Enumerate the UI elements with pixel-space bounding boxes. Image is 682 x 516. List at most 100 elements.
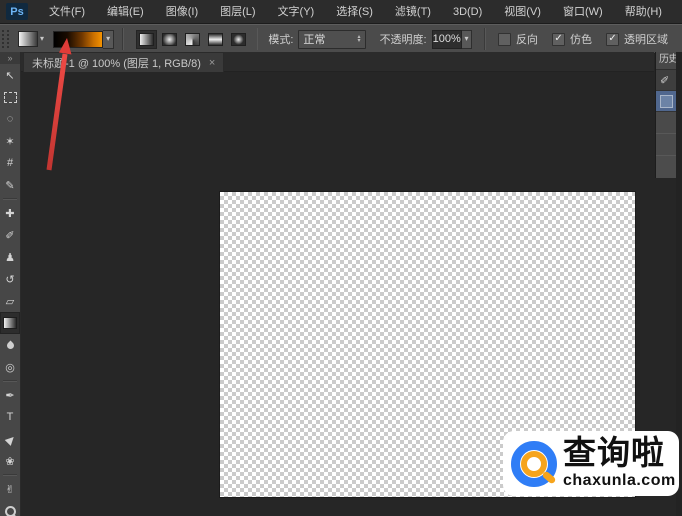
reverse-checkbox[interactable]: 反向 [498,31,538,47]
toolbar-collapse-button[interactable]: » [0,52,20,64]
dither-checkbox[interactable]: ✓ 仿色 [552,31,592,47]
chevron-down-icon: ▾ [106,35,110,43]
reverse-label: 反向 [516,31,538,47]
history-panel-body [656,112,676,178]
move-icon: ↖ [5,69,14,82]
tool-preset-picker[interactable]: ▾ [17,30,45,48]
diamond-gradient-button[interactable] [228,30,249,49]
healing-brush-tool[interactable]: ✚ [0,202,20,224]
clone-stamp-icon: ♟ [5,251,15,264]
lasso-tool[interactable]: ◌ [0,108,20,130]
lasso-icon: ◌ [7,113,14,125]
watermark-domain: chaxunla.com [563,473,676,489]
menu-bar: Ps 文件(F) 编辑(E) 图像(I) 图层(L) 文字(Y) 选择(S) 滤… [0,0,682,24]
linear-gradient-button[interactable] [136,30,157,49]
hand-tool[interactable]: ✌ [0,478,20,500]
blend-mode-dropdown[interactable]: 正常 ▴ ▾ [298,30,365,49]
tool-options-bar: ▾ ▾ 模式: 正常 ▴ ▾ 不透明度: 100% ▾ 反向 ✓ 仿色 ✓ 透明… [0,24,682,54]
pointer-icon: ▶ [2,431,17,446]
history-brush-icon: ↺ [5,273,14,286]
menu-file[interactable]: 文件(F) [38,1,96,23]
menu-view[interactable]: 视图(V) [493,1,552,23]
marquee-tool[interactable] [0,86,20,108]
history-brush-source-icon: ✐ [660,74,669,87]
crop-tool[interactable]: # [0,152,20,174]
divider [257,28,259,50]
magnifier-icon [5,506,16,516]
healing-brush-icon: ✚ [5,207,14,220]
checkbox-checked-icon: ✓ [552,33,565,46]
marquee-icon [4,92,17,103]
linear-gradient-icon [139,33,154,46]
path-selection-tool[interactable]: ▶ [0,428,20,450]
blur-tool[interactable] [0,334,20,356]
history-panel: 历史记录 ✐ [655,52,676,178]
document-tab-bar: 未标题-1 @ 100% (图层 1, RGB/8) × [21,52,654,72]
menu-type[interactable]: 文字(Y) [267,1,326,23]
checkbox-checked-icon: ✓ [606,33,619,46]
angle-gradient-icon [185,33,200,46]
snapshot-thumbnail-icon [660,95,673,108]
watermark-badge: 查询啦 chaxunla.com [503,431,679,496]
history-state-row[interactable] [656,112,676,134]
history-state-selected[interactable] [656,91,676,112]
menu-layer[interactable]: 图层(L) [209,1,266,23]
eraser-tool[interactable]: ▱ [0,290,20,312]
menu-help[interactable]: 帮助(H) [614,1,673,23]
clone-stamp-tool[interactable]: ♟ [0,246,20,268]
history-panel-tab[interactable]: 历史记录 [656,52,676,70]
eyedropper-tool[interactable]: ✎ [0,174,20,196]
gradient-preset-thumbnail-icon [18,31,38,47]
gradient-icon [3,317,17,329]
dither-label: 仿色 [570,31,592,47]
dodge-tool[interactable]: ◎ [0,356,20,378]
pen-icon: ✒ [5,389,14,402]
opacity-dropdown[interactable]: ▾ [462,30,473,49]
angle-gradient-button[interactable] [182,30,203,49]
type-tool[interactable]: T [0,406,20,428]
divider [3,198,17,200]
brush-tool[interactable]: ✐ [0,224,20,246]
shape-icon: ❀ [5,455,14,468]
history-brush-tool[interactable]: ↺ [0,268,20,290]
divider [3,474,17,476]
radial-gradient-button[interactable] [159,30,180,49]
custom-shape-tool[interactable]: ❀ [0,450,20,472]
pen-tool[interactable]: ✒ [0,384,20,406]
checkbox-unchecked-icon [498,33,511,46]
diamond-gradient-icon [231,33,246,46]
history-state-row[interactable] [656,134,676,156]
watermark-text: 查询啦 chaxunla.com [563,438,676,489]
document-tab[interactable]: 未标题-1 @ 100% (图层 1, RGB/8) × [23,52,224,72]
tools-panel: » ↖ ◌ ✶ # ✎ ✚ ✐ ♟ ↺ ▱ ◎ ✒ T ▶ ❀ ✌ [0,52,21,516]
close-icon[interactable]: × [209,57,215,69]
type-icon: T [7,411,14,423]
blend-mode-value: 正常 [303,31,325,47]
gradient-tool[interactable] [0,312,20,334]
reflected-gradient-icon [208,33,223,46]
zoom-tool[interactable] [0,500,20,516]
crop-icon: # [7,157,13,169]
reflected-gradient-button[interactable] [205,30,226,49]
menu-edit[interactable]: 编辑(E) [96,1,155,23]
dodge-icon: ◎ [5,361,15,374]
divider [484,28,486,50]
menu-3d[interactable]: 3D(D) [442,1,493,23]
menu-image[interactable]: 图像(I) [155,1,209,23]
menu-filter[interactable]: 滤镜(T) [384,1,442,23]
gradient-picker-dropdown[interactable]: ▾ [103,30,114,49]
menu-select[interactable]: 选择(S) [325,1,384,23]
gradient-preview-button[interactable] [53,31,103,48]
chevron-down-icon: ▾ [465,35,469,43]
photoshop-logo: Ps [6,3,28,20]
eyedropper-icon: ✎ [5,179,14,192]
move-tool[interactable]: ↖ [0,64,20,86]
opacity-input[interactable]: 100% [432,30,462,49]
transparency-label: 透明区域 [624,31,668,47]
transparency-checkbox[interactable]: ✓ 透明区域 [606,31,668,47]
menu-window[interactable]: 窗口(W) [552,1,614,23]
history-source-row[interactable]: ✐ [656,70,676,91]
brush-icon: ✐ [5,229,14,242]
quick-select-tool[interactable]: ✶ [0,130,20,152]
chevron-down-icon: ▾ [40,35,44,43]
